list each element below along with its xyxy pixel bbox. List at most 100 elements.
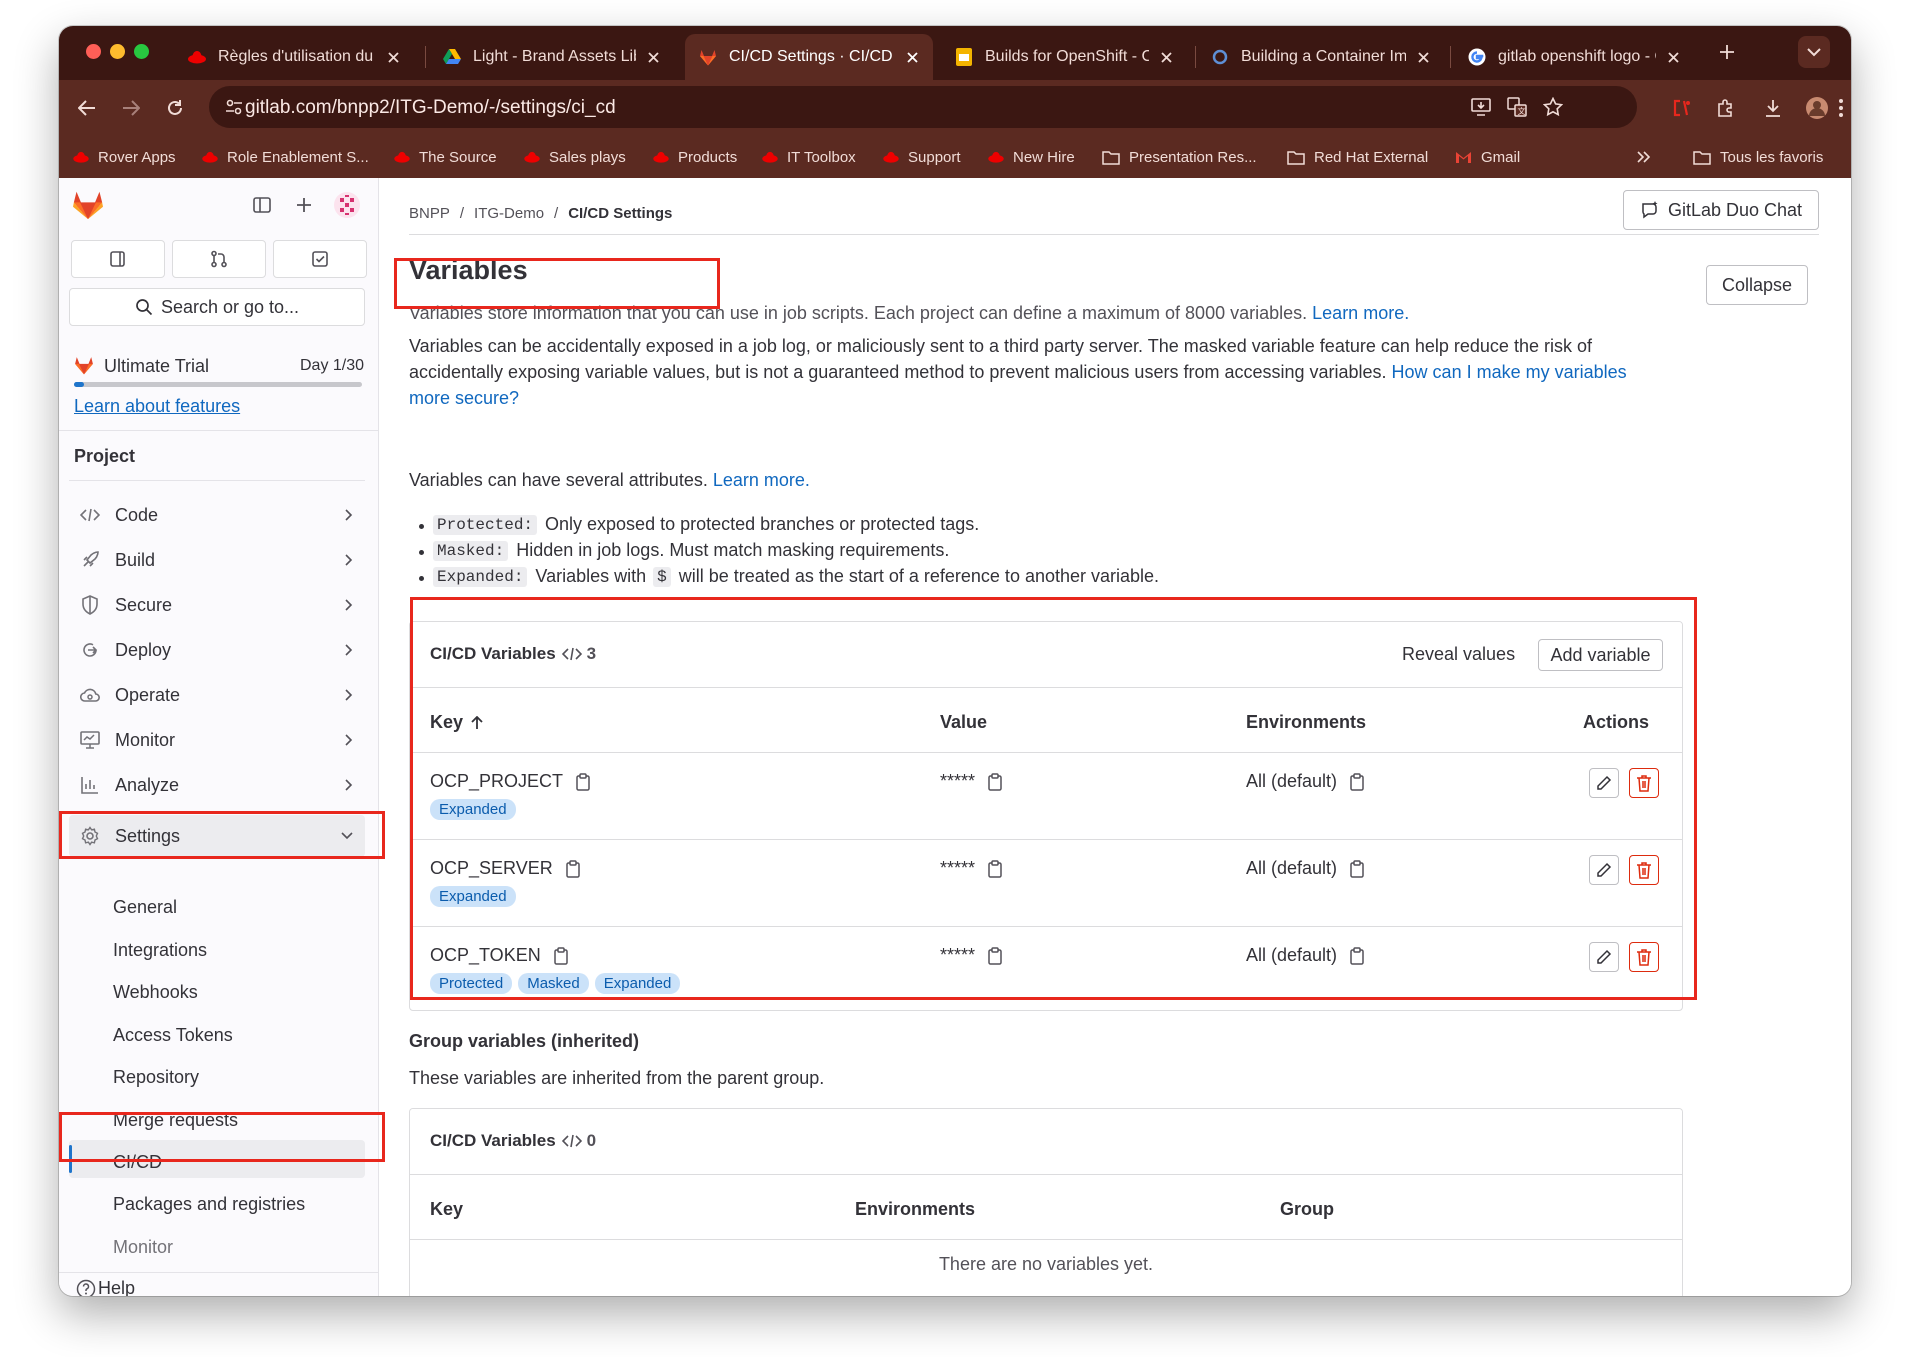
- rocket-icon: [77, 550, 103, 570]
- nav-item-secure[interactable]: Secure: [69, 584, 365, 626]
- browser-tab[interactable]: Building a Container Im: [1197, 34, 1444, 80]
- new-tab-button[interactable]: [1711, 36, 1743, 68]
- highlight-variables-title: [394, 258, 720, 309]
- learn-features-link[interactable]: Learn about features: [74, 396, 240, 417]
- search-placeholder: Search or go to...: [160, 296, 300, 317]
- highlight-settings-nav: [59, 811, 385, 859]
- browser-tab[interactable]: Règles d'utilisation du l: [174, 34, 414, 80]
- attributes-learn-more-link[interactable]: Learn more.: [713, 470, 810, 490]
- browser-tab[interactable]: Light - Brand Assets Lib: [429, 34, 674, 80]
- browser-tab[interactable]: gitlab openshift logo - C: [1454, 34, 1694, 80]
- settings-sub-monitor[interactable]: Monitor: [113, 1237, 173, 1258]
- plus-icon[interactable]: [291, 192, 317, 218]
- maximize-window-button[interactable]: [134, 44, 149, 59]
- nav-item-build[interactable]: Build: [69, 539, 365, 581]
- menu-dots-icon[interactable]: [1831, 92, 1851, 124]
- masked-warning: Variables can be accidentally exposed in…: [409, 333, 1669, 411]
- secure-variables-link-cont[interactable]: more secure?: [409, 385, 1669, 411]
- help-icon: [76, 1279, 96, 1296]
- close-icon[interactable]: [1412, 46, 1434, 68]
- gitlab-trial-icon: [73, 354, 95, 376]
- close-icon[interactable]: [901, 46, 923, 68]
- install-icon[interactable]: [1469, 95, 1493, 119]
- tab-bar: Règles d'utilisation du l Light - Brand …: [59, 26, 1851, 80]
- bookmark-folder[interactable]: Presentation Res...: [1102, 146, 1257, 168]
- address-bar[interactable]: gitlab.com/bnpp2/ITG-Demo/-/settings/ci_…: [209, 86, 1637, 128]
- settings-sub-general[interactable]: General: [113, 897, 177, 918]
- group-variables-count: 0: [586, 1131, 597, 1150]
- highlight-cicd-nav: [59, 1112, 385, 1162]
- settings-sub-access-tokens[interactable]: Access Tokens: [113, 1025, 233, 1046]
- minimize-window-button[interactable]: [110, 44, 125, 59]
- bookmark-label: Role Enablement S...: [227, 148, 369, 166]
- download-icon[interactable]: [1757, 92, 1789, 124]
- todos-button[interactable]: [273, 240, 367, 278]
- bookmark-item[interactable]: IT Toolbox: [762, 146, 856, 168]
- gitlab-logo-icon[interactable]: [71, 188, 105, 222]
- tab-title: CI/CD Settings · CI/CD: [729, 48, 893, 65]
- site-info-icon[interactable]: [223, 96, 245, 118]
- learn-more-link[interactable]: Learn more.: [1312, 303, 1409, 323]
- redhat-icon: [883, 151, 899, 163]
- issues-button[interactable]: [71, 240, 165, 278]
- bookmark-item[interactable]: Rover Apps: [73, 146, 176, 168]
- settings-sub-packages[interactable]: Packages and registries: [113, 1194, 305, 1215]
- close-icon[interactable]: [1155, 46, 1177, 68]
- bookmark-item[interactable]: Products: [653, 146, 737, 168]
- duo-chat-button[interactable]: GitLab Duo Chat: [1623, 190, 1819, 230]
- help-button[interactable]: Help: [76, 1278, 135, 1296]
- bookmark-folder[interactable]: Red Hat External: [1287, 146, 1428, 168]
- bookmark-item[interactable]: Support: [883, 146, 961, 168]
- bookmark-label: Support: [908, 148, 961, 166]
- bookmark-item[interactable]: Role Enablement S...: [202, 146, 369, 168]
- back-button[interactable]: [71, 92, 103, 124]
- code-icon: [77, 508, 103, 522]
- translate-icon[interactable]: 文: [1505, 95, 1529, 119]
- nav-item-code[interactable]: Code: [69, 494, 365, 536]
- breadcrumb-item[interactable]: ITG-Demo: [474, 205, 544, 222]
- url-text: gitlab.com/bnpp2/ITG-Demo/-/settings/ci_…: [245, 97, 616, 118]
- attribute-code-dollar: $: [653, 566, 671, 587]
- extension-icon[interactable]: [1666, 92, 1698, 124]
- nav-label: Code: [115, 504, 159, 525]
- collapse-button[interactable]: Collapse: [1706, 265, 1808, 305]
- extensions-puzzle-icon[interactable]: [1710, 92, 1742, 124]
- nav-item-deploy[interactable]: Deploy: [69, 629, 365, 671]
- attribute-item: Expanded: Variables with $ will be treated…: [418, 566, 1159, 587]
- merge-requests-button[interactable]: [172, 240, 266, 278]
- breadcrumb-item[interactable]: BNPP: [409, 205, 450, 222]
- bookmark-item[interactable]: Sales plays: [524, 146, 626, 168]
- redhat-icon: [394, 151, 410, 163]
- profile-avatar[interactable]: [1801, 92, 1833, 124]
- attribute-text: Only exposed to protected branches or pr…: [545, 514, 980, 534]
- browser-tab[interactable]: Builds for OpenShift - C: [941, 34, 1187, 80]
- bookmark-item[interactable]: The Source: [394, 146, 497, 168]
- bookmarks-bar: Rover Apps Role Enablement S... The Sour…: [59, 136, 1851, 178]
- browser-tab-active[interactable]: CI/CD Settings · CI/CD: [685, 34, 933, 80]
- search-input[interactable]: Search or go to...: [69, 288, 365, 326]
- nav-item-monitor[interactable]: Monitor: [69, 719, 365, 761]
- browser-window: Règles d'utilisation du l Light - Brand …: [59, 26, 1851, 1296]
- settings-sub-repository[interactable]: Repository: [113, 1067, 199, 1088]
- settings-sub-webhooks[interactable]: Webhooks: [113, 982, 198, 1003]
- close-icon[interactable]: [382, 46, 404, 68]
- more-bookmarks-chevron-icon[interactable]: [1637, 146, 1660, 168]
- nav-item-analyze[interactable]: Analyze: [69, 764, 365, 806]
- close-window-button[interactable]: [86, 44, 101, 59]
- sidebar-toggle-icon[interactable]: [249, 192, 275, 218]
- close-icon[interactable]: [1662, 46, 1684, 68]
- bookmark-item[interactable]: Gmail: [1455, 146, 1520, 168]
- shield-icon: [77, 595, 103, 615]
- forward-button[interactable]: [115, 92, 147, 124]
- secure-variables-link[interactable]: How can I make my variables: [1392, 362, 1627, 382]
- bookmark-star-icon[interactable]: [1541, 95, 1565, 119]
- tab-search-button[interactable]: [1798, 36, 1830, 68]
- all-bookmarks-folder[interactable]: Tous les favoris: [1693, 146, 1823, 168]
- settings-sub-integrations[interactable]: Integrations: [113, 940, 207, 961]
- close-icon[interactable]: [642, 46, 664, 68]
- bookmark-item[interactable]: New Hire: [988, 146, 1075, 168]
- nav-item-operate[interactable]: Operate: [69, 674, 365, 716]
- group-cicd-title: CI/CD Variables 0: [430, 1131, 596, 1151]
- reload-button[interactable]: [159, 92, 191, 124]
- user-avatar[interactable]: [332, 190, 362, 220]
